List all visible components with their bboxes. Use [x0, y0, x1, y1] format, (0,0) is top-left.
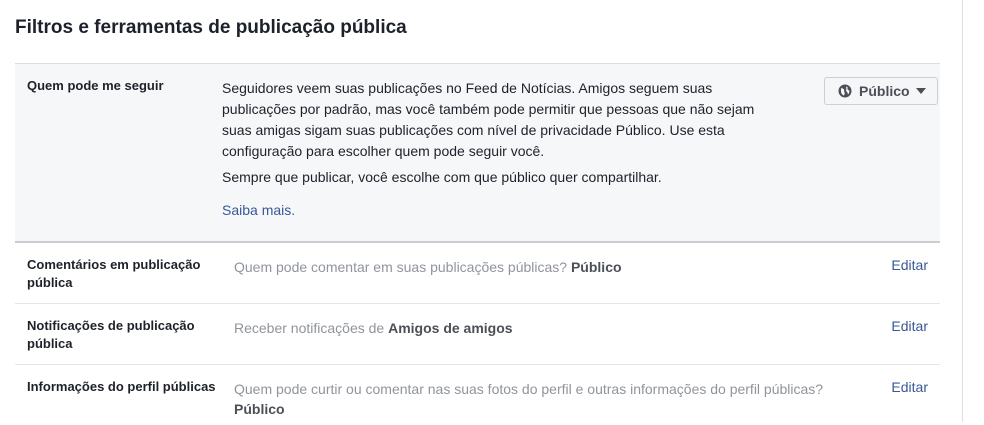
- setting-row-public-comments: Comentários em publicação pública Quem p…: [15, 243, 940, 304]
- followers-setting-description: Seguidores veem suas publicações no Feed…: [222, 80, 755, 159]
- edit-button[interactable]: Editar: [891, 379, 928, 395]
- followers-setting-expanded: Quem pode me seguir Seguidores veem suas…: [15, 64, 940, 243]
- page-title: Filtros e ferramentas de publicação públ…: [15, 17, 407, 38]
- setting-row-label: Comentários em publicação pública: [27, 257, 201, 290]
- setting-row-value-text: Receber notificações de: [234, 320, 389, 336]
- followers-setting-label: Quem pode me seguir: [27, 78, 164, 93]
- learn-more-link[interactable]: Saiba mais.: [222, 202, 295, 218]
- followers-setting-note: Sempre que publicar, você escolhe com qu…: [222, 169, 662, 185]
- setting-row-value-text: Quem pode comentar em suas publicações p…: [234, 259, 571, 275]
- edit-button[interactable]: Editar: [891, 257, 928, 273]
- setting-row-label: Informações do perfil públicas: [27, 379, 216, 394]
- setting-row-value: Quem pode comentar em suas publicações p…: [234, 257, 834, 277]
- audience-selector-button[interactable]: Público: [824, 77, 938, 105]
- globe-icon: [838, 84, 852, 98]
- caret-down-icon: [915, 88, 926, 94]
- edit-button[interactable]: Editar: [891, 318, 928, 334]
- setting-row-value: Receber notificações de Amigos de amigos: [234, 318, 834, 338]
- setting-row-value-selection: Amigos de amigos: [388, 320, 513, 336]
- setting-row-public-notifications: Notificações de publicação pública Receb…: [15, 304, 940, 365]
- setting-row-label: Notificações de publicação pública: [27, 318, 195, 351]
- setting-row-public-profile-info: Informações do perfil públicas Quem pode…: [15, 365, 940, 425]
- setting-row-value-selection: Público: [570, 259, 622, 275]
- setting-row-value-selection: Público: [234, 401, 285, 417]
- settings-section: Quem pode me seguir Seguidores veem suas…: [15, 63, 940, 425]
- vertical-divider: [962, 0, 963, 422]
- setting-row-value-text: Quem pode curtir ou comentar nas suas fo…: [234, 381, 824, 397]
- audience-selected-label: Público: [859, 83, 910, 99]
- setting-row-value: Quem pode curtir ou comentar nas suas fo…: [234, 379, 834, 419]
